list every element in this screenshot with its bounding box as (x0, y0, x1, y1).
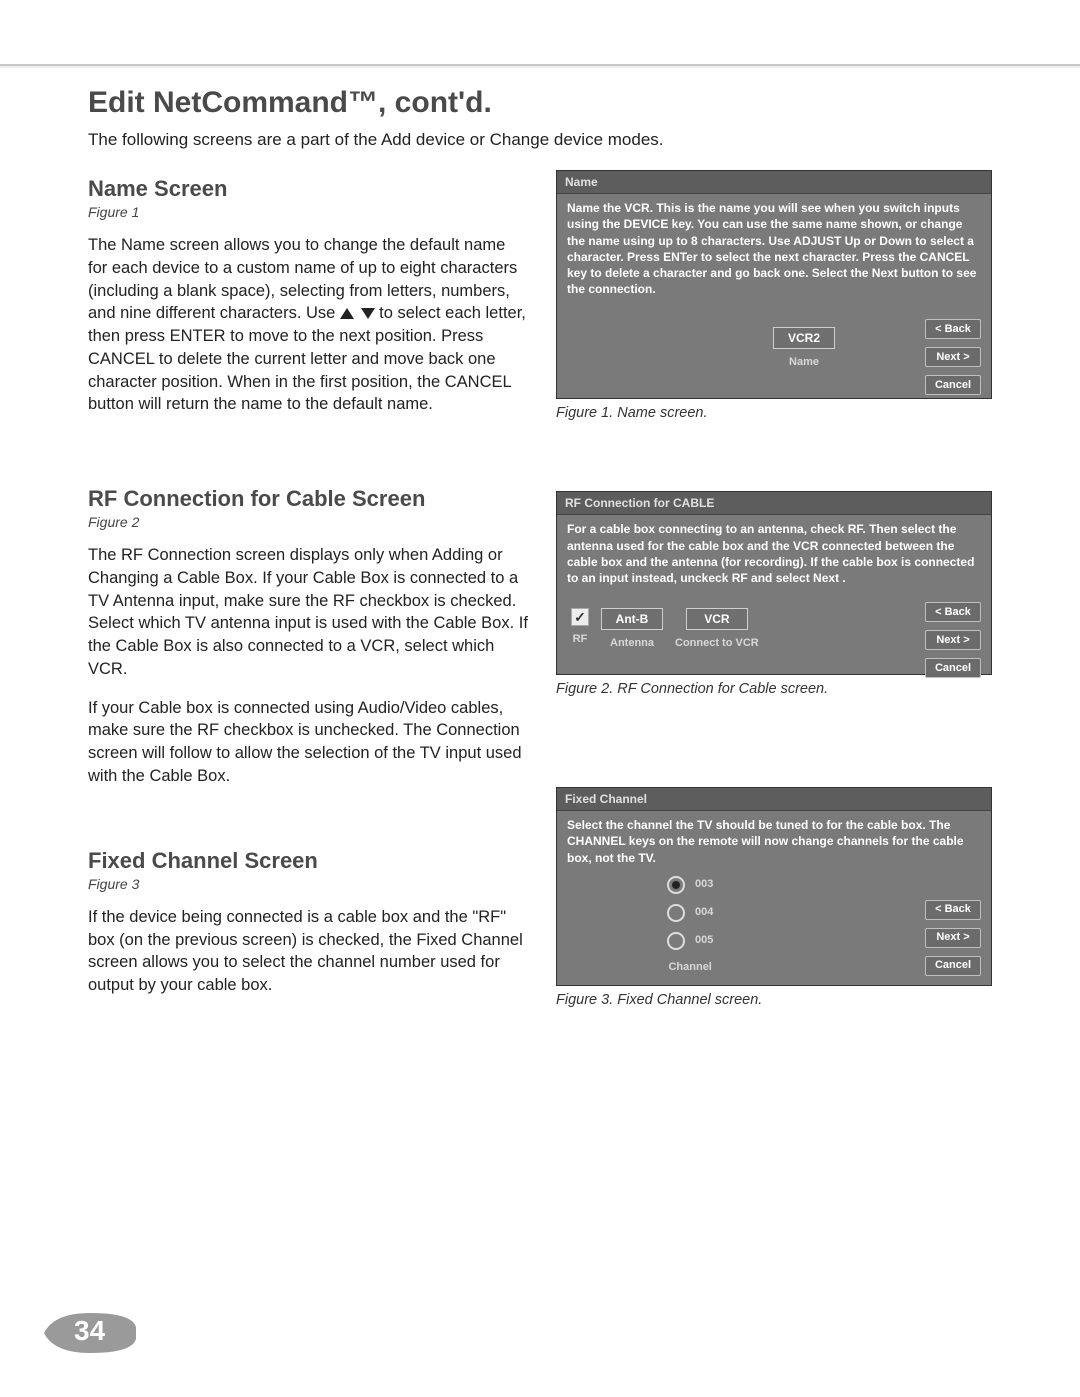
heading-fixed-screen: Fixed Channel Screen (88, 848, 528, 874)
cancel-button[interactable]: Cancel (925, 375, 981, 395)
back-button[interactable]: < Back (925, 900, 981, 920)
header-rule (0, 64, 1080, 68)
rf-checkbox-label: RF (573, 632, 588, 647)
figure-2-title: RF Connection for CABLE (557, 492, 991, 515)
channel-radio-004[interactable] (667, 904, 685, 922)
triangle-up-icon (340, 308, 354, 319)
figure-2-dialog: RF Connection for CABLE For a cable box … (556, 491, 992, 675)
cancel-button[interactable]: Cancel (925, 956, 981, 976)
left-column: Name Screen Figure 1 The Name screen all… (88, 168, 528, 1030)
page-content: Edit NetCommand™, cont'd. The following … (88, 86, 992, 1030)
channel-radio-005[interactable] (667, 932, 685, 950)
figure-ref-3: Figure 3 (88, 876, 528, 892)
figure-ref-1: Figure 1 (88, 204, 528, 220)
page-number-badge: 34 (44, 1311, 136, 1355)
back-button[interactable]: < Back (925, 602, 981, 622)
page-intro: The following screens are a part of the … (88, 130, 992, 150)
triangle-down-icon (361, 308, 375, 319)
next-button[interactable]: Next > (925, 928, 981, 948)
figure-3-instructions: Select the channel the TV should be tune… (557, 811, 991, 868)
heading-rf-screen: RF Connection for Cable Screen (88, 486, 528, 512)
rf-checkbox[interactable]: ✓ (571, 608, 589, 626)
figure-1-block: Name Name the VCR. This is the name you … (556, 170, 992, 421)
figure-2-instructions: For a cable box connecting to an antenna… (557, 515, 991, 588)
figure-1-dialog: Name Name the VCR. This is the name you … (556, 170, 992, 399)
figure-2-block: RF Connection for CABLE For a cable box … (556, 491, 992, 697)
para-rf-1: The RF Connection screen displays only w… (88, 544, 528, 681)
figure-1-title: Name (557, 171, 991, 194)
channel-option-2: 005 (695, 933, 713, 948)
next-button[interactable]: Next > (925, 347, 981, 367)
name-input-label: Name (789, 355, 819, 370)
channel-group-label: Channel (668, 960, 711, 975)
section-rf-screen: RF Connection for Cable Screen Figure 2 … (88, 486, 528, 788)
channel-option-0: 003 (695, 877, 713, 892)
heading-name-screen: Name Screen (88, 176, 528, 202)
para-name-screen: The Name screen allows you to change the… (88, 234, 528, 416)
name-input-value[interactable]: VCR2 (773, 327, 835, 349)
antenna-select[interactable]: Ant-B (601, 608, 663, 630)
back-button[interactable]: < Back (925, 319, 981, 339)
page-title: Edit NetCommand™, cont'd. (88, 86, 992, 120)
figure-2-caption: Figure 2. RF Connection for Cable screen… (556, 681, 992, 697)
page-number: 34 (74, 1315, 105, 1347)
cancel-button[interactable]: Cancel (925, 658, 981, 678)
antenna-label: Antenna (610, 636, 654, 651)
right-column: Name Name the VCR. This is the name you … (556, 168, 992, 1030)
figure-1-instructions: Name the VCR. This is the name you will … (557, 194, 991, 299)
figure-3-title: Fixed Channel (557, 788, 991, 811)
para-fixed-1: If the device being connected is a cable… (88, 906, 528, 997)
figure-3-dialog: Fixed Channel Select the channel the TV … (556, 787, 992, 986)
next-button[interactable]: Next > (925, 630, 981, 650)
figure-1-caption: Figure 1. Name screen. (556, 405, 992, 421)
connect-vcr-select[interactable]: VCR (686, 608, 748, 630)
para-rf-2: If your Cable box is connected using Aud… (88, 697, 528, 788)
channel-radio-003[interactable] (667, 876, 685, 894)
section-fixed-screen: Fixed Channel Screen Figure 3 If the dev… (88, 848, 528, 997)
channel-option-1: 004 (695, 905, 713, 920)
figure-3-caption: Figure 3. Fixed Channel screen. (556, 992, 992, 1008)
connect-vcr-label: Connect to VCR (675, 636, 759, 651)
figure-3-block: Fixed Channel Select the channel the TV … (556, 787, 992, 1008)
section-name-screen: Name Screen Figure 1 The Name screen all… (88, 176, 528, 416)
figure-ref-2: Figure 2 (88, 514, 528, 530)
